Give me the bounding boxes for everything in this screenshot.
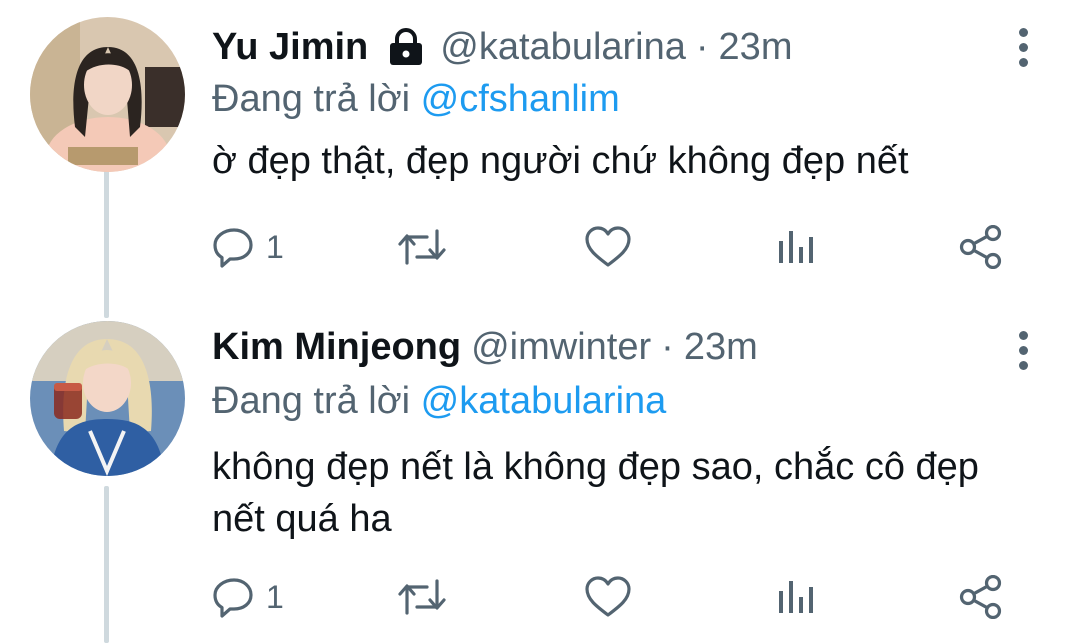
retweet-icon bbox=[397, 225, 447, 269]
views-button[interactable] bbox=[775, 222, 815, 272]
share-icon bbox=[958, 575, 1004, 619]
username[interactable]: @katabularina bbox=[440, 26, 686, 69]
more-vertical-icon[interactable] bbox=[1016, 331, 1030, 370]
replying-to: Đang trả lời @cfshanlim bbox=[212, 78, 620, 121]
tweet-text: ờ đẹp thật, đẹp người chứ không đẹp nết bbox=[212, 140, 909, 182]
replying-to-mention[interactable]: @katabularina bbox=[421, 380, 667, 422]
share-button[interactable] bbox=[958, 572, 1004, 622]
retweet-icon bbox=[397, 575, 447, 619]
tweet-actions: 1 bbox=[212, 572, 1012, 622]
replying-to: Đang trả lời @katabularina bbox=[212, 380, 666, 423]
analytics-icon bbox=[775, 225, 815, 269]
retweet-button[interactable] bbox=[397, 222, 447, 272]
reply-button[interactable]: 1 bbox=[212, 222, 284, 272]
heart-icon bbox=[584, 575, 632, 619]
tweet[interactable]: Kim Minjeong @imwinter · 23m Đang trả lờ… bbox=[0, 310, 1080, 643]
retweet-button[interactable] bbox=[397, 572, 447, 622]
share-icon bbox=[958, 225, 1004, 269]
analytics-icon bbox=[775, 575, 815, 619]
tweet-actions: 1 bbox=[212, 222, 1012, 272]
replying-to-mention[interactable]: @cfshanlim bbox=[421, 78, 620, 120]
reply-icon bbox=[212, 575, 256, 619]
separator-dot: · bbox=[695, 25, 709, 68]
share-button[interactable] bbox=[958, 222, 1004, 272]
display-name[interactable]: Yu Jimin bbox=[212, 26, 368, 69]
like-button[interactable] bbox=[584, 572, 632, 622]
separator-dot: · bbox=[661, 325, 674, 368]
tweet-text: không đẹp nết là không đẹp sao, chắc cô … bbox=[212, 446, 979, 540]
reply-count: 1 bbox=[266, 228, 284, 265]
timestamp[interactable]: 23m bbox=[719, 26, 793, 69]
more-vertical-icon[interactable] bbox=[1016, 28, 1030, 67]
heart-icon bbox=[584, 225, 632, 269]
username[interactable]: @imwinter bbox=[471, 326, 651, 369]
like-button[interactable] bbox=[584, 222, 632, 272]
timestamp[interactable]: 23m bbox=[684, 326, 758, 369]
reply-icon bbox=[212, 225, 256, 269]
replying-to-label: Đang trả lời bbox=[212, 380, 411, 422]
tweet-header: Yu Jimin @katabularina · 23m bbox=[212, 22, 792, 72]
display-name[interactable]: Kim Minjeong bbox=[212, 326, 461, 369]
tweet-header: Kim Minjeong @imwinter · 23m bbox=[212, 322, 758, 372]
replying-to-label: Đang trả lời bbox=[212, 78, 411, 120]
reply-button[interactable]: 1 bbox=[212, 572, 284, 622]
tweet[interactable]: Yu Jimin @katabularina · 23m Đang trả lờ… bbox=[0, 0, 1080, 310]
avatar[interactable] bbox=[30, 17, 185, 172]
lock-icon bbox=[386, 28, 426, 66]
views-button[interactable] bbox=[775, 572, 815, 622]
avatar[interactable] bbox=[30, 321, 185, 476]
reply-count: 1 bbox=[266, 578, 284, 615]
